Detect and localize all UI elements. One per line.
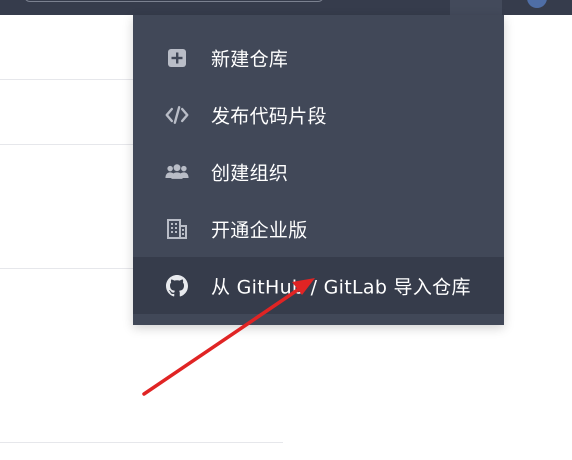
- users-icon: [165, 160, 189, 184]
- menu-item-label: 创建组织: [211, 162, 289, 184]
- top-navbar: [0, 0, 572, 15]
- menu-item-label: 从 GitHub / GitLab 导入仓库: [211, 276, 471, 298]
- list-divider: [0, 442, 283, 443]
- menu-item-label: 发布代码片段: [211, 105, 327, 127]
- list-divider: [0, 268, 133, 269]
- plus-square-icon: [165, 46, 189, 70]
- menu-item-publish-snippet[interactable]: 发布代码片段: [133, 86, 504, 143]
- github-icon: [165, 274, 189, 298]
- avatar[interactable]: [527, 0, 547, 8]
- menu-item-label: 开通企业版: [211, 219, 308, 241]
- screenshot-stage: 新建仓库 发布代码片段 创建组织 开通企业版 从 GitHub / GitLab…: [0, 0, 572, 460]
- code-icon: [165, 103, 189, 127]
- list-divider: [0, 79, 133, 80]
- menu-item-new-repo[interactable]: 新建仓库: [133, 29, 504, 86]
- list-divider: [0, 144, 133, 145]
- menu-item-import-repo[interactable]: 从 GitHub / GitLab 导入仓库: [133, 257, 504, 314]
- menu-item-label: 新建仓库: [211, 48, 289, 70]
- create-dropdown-menu: 新建仓库 发布代码片段 创建组织 开通企业版 从 GitHub / GitLab…: [133, 15, 504, 325]
- create-menu-button[interactable]: [450, 0, 502, 15]
- menu-item-create-org[interactable]: 创建组织: [133, 143, 504, 200]
- building-icon: [165, 217, 189, 241]
- menu-item-enterprise[interactable]: 开通企业版: [133, 200, 504, 257]
- search-input[interactable]: [24, 0, 324, 2]
